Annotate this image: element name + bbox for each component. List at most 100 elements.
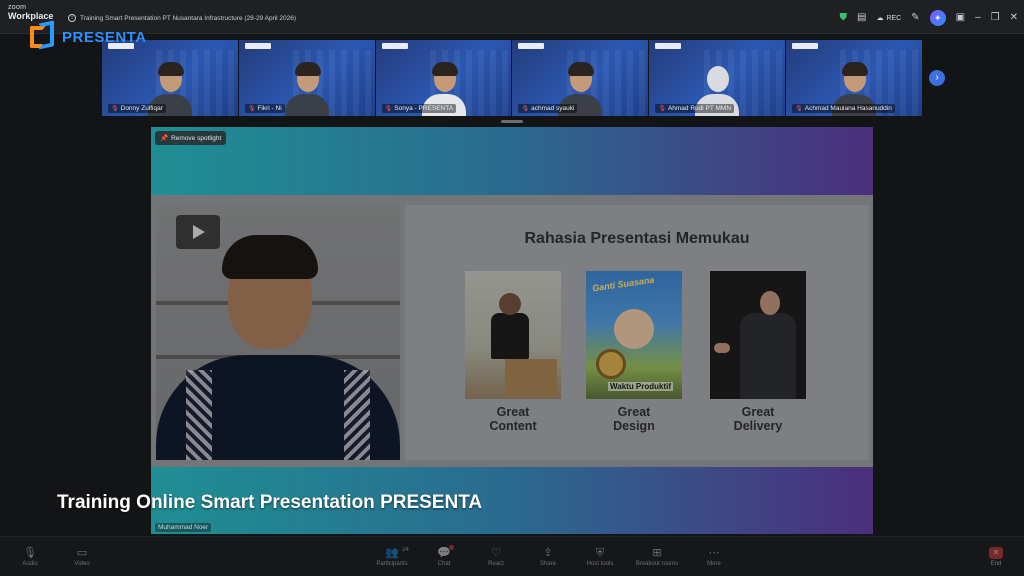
tile-background-badge xyxy=(792,43,819,49)
mic-muted-icon: 🎙 xyxy=(384,106,393,112)
slide-card-content: Great Content xyxy=(465,271,561,434)
breakout-grid-icon: ⊞ xyxy=(652,547,662,559)
presenter-camera xyxy=(156,205,400,460)
slide-card-delivery: Great Delivery xyxy=(710,271,806,434)
react-button[interactable]: ♡ React xyxy=(470,540,522,574)
chevron-right-icon: › xyxy=(935,72,939,83)
participant-tile[interactable]: 🎙 Ahmad Rudi PT MMN xyxy=(649,40,786,116)
restore-icon[interactable]: ❐ xyxy=(991,11,1000,25)
shield-icon: ⛨ xyxy=(595,547,605,559)
presenta-logo-mark xyxy=(30,20,56,52)
video-label: Video xyxy=(74,561,90,567)
chat-label: Chat xyxy=(437,561,451,567)
breakout-rooms-button[interactable]: ⊞ Breakout rooms xyxy=(626,540,688,574)
spotlight-speaker-name: Muhammad Noer xyxy=(155,523,212,532)
participant-tile[interactable]: 🎙 Sonya - PRESENTA xyxy=(375,40,512,116)
video-button[interactable]: ▭ Video xyxy=(56,540,108,574)
participant-name: Achmad Maulana Hasanuddin xyxy=(804,105,892,112)
participant-name-label: 🎙 achmad syauki xyxy=(518,104,578,113)
info-icon[interactable]: i xyxy=(68,14,76,22)
participant-name: Fikri - Ni xyxy=(257,105,282,112)
participant-tile[interactable]: 🎙 Fikri - Ni xyxy=(238,40,375,116)
participant-name: Donny Zulfiqar xyxy=(120,105,163,112)
youtube-play-button-plaque xyxy=(176,215,220,249)
spotlight-video: 📌 Remove spotlight Rahasia Presentasi Me… xyxy=(151,127,873,534)
gallery-resize-handle[interactable] xyxy=(501,120,523,123)
mic-muted-icon: 🎙 xyxy=(795,106,803,112)
notes-icon[interactable]: ▤ xyxy=(857,11,866,25)
app-name: Workplace xyxy=(8,11,54,21)
view-layout-icon[interactable]: ▣ xyxy=(956,11,965,25)
app-name-small: zoom xyxy=(8,4,27,11)
minimize-icon[interactable]: – xyxy=(975,11,981,25)
video-caption-title: Training Online Smart Presentation PRESE… xyxy=(57,492,483,513)
meeting-title: Training Smart Presentation PT Nusantara… xyxy=(80,14,297,22)
cloud-record-indicator[interactable]: ☁ REC xyxy=(876,14,902,23)
host-tools-button[interactable]: ⛨ Host tools xyxy=(574,540,626,574)
chat-unread-dot xyxy=(448,545,454,550)
close-icon[interactable]: ✕ xyxy=(1010,11,1018,25)
chat-bubble-icon: 💬 xyxy=(437,545,454,559)
share-button[interactable]: ⇪ Share xyxy=(522,540,574,574)
participant-tile[interactable]: 🎙 Achmad Maulana Hasanuddin xyxy=(786,40,922,116)
end-label: End xyxy=(990,561,1002,567)
end-call-icon: ✕ xyxy=(989,547,1003,559)
remove-spotlight-button[interactable]: 📌 Remove spotlight xyxy=(155,131,227,145)
participant-name-label: 🎙 Sonya - PRESENTA xyxy=(381,104,457,113)
ai-companion-icon[interactable]: ✦ xyxy=(929,10,946,26)
remove-spotlight-label: Remove spotlight xyxy=(171,134,222,142)
clock-icon xyxy=(596,349,626,379)
av-controls: 🎙 Audio ▭ Video xyxy=(4,540,108,574)
participants-icon: 👥 24 xyxy=(385,547,409,559)
tile-background-badge xyxy=(655,43,682,49)
title-bar: zoom Workplace i Training Smart Presenta… xyxy=(0,0,1024,34)
presenta-logo-text: PRESENTA xyxy=(62,28,147,46)
card-label: Great Delivery xyxy=(733,405,783,434)
participant-name-label: 🎙 Donny Zulfiqar xyxy=(108,104,166,113)
presenta-logo: PRESENTA xyxy=(30,20,147,52)
annotate-pen-icon[interactable]: ✎ xyxy=(911,11,919,25)
rec-label: REC xyxy=(886,14,902,22)
center-controls: 👥 24 Participants 💬 Chat ♡ React ⇪ Share … xyxy=(366,540,740,574)
participant-video xyxy=(284,54,329,116)
host-tools-label: Host tools xyxy=(586,561,614,567)
mic-muted-icon: 🎙 xyxy=(247,106,256,112)
participant-name-label: 🎙 Achmad Maulana Hasanuddin xyxy=(792,104,895,113)
share-label: Share xyxy=(539,561,556,567)
participants-label: Participants xyxy=(376,561,408,567)
card-label: Great Content xyxy=(489,405,537,434)
mic-muted-icon: 🎙 xyxy=(521,106,530,112)
audio-button[interactable]: 🎙 Audio xyxy=(4,540,56,574)
window-controls: ⛊ ▤ ☁ REC ✎ ✦ ▣ – ❐ ✕ xyxy=(840,10,1018,26)
microphone-muted-icon: 🎙 xyxy=(23,547,37,559)
tile-background-badge xyxy=(381,43,408,49)
more-label: More xyxy=(707,561,721,567)
participant-name-label: 🎙 Fikri - Ni xyxy=(244,104,285,113)
audio-label: Audio xyxy=(22,561,38,567)
mic-muted-icon: 🎙 xyxy=(111,106,119,112)
participant-name: Sonya - PRESENTA xyxy=(394,105,454,112)
cloud-icon: ☁ xyxy=(876,15,884,22)
react-label: React xyxy=(488,561,504,567)
zoom-workplace-logo: zoom Workplace xyxy=(8,4,53,21)
participants-count: 24 xyxy=(402,547,409,553)
more-button[interactable]: ⋯ More xyxy=(688,540,740,574)
tile-background-badge xyxy=(518,43,545,49)
participant-name: Ahmad Rudi PT MMN xyxy=(667,105,732,112)
end-meeting-button[interactable]: ✕ End xyxy=(976,540,1016,574)
participant-tile[interactable]: 🎙 achmad syauki xyxy=(512,40,649,116)
participant-gallery: 🎙 Donny Zulfiqar 🎙 Fikri - Ni 🎙 Sonya - PRE… xyxy=(102,40,922,116)
more-dots-icon: ⋯ xyxy=(708,547,720,559)
great-content-image xyxy=(465,271,561,399)
pin-icon: 📌 xyxy=(160,135,169,142)
participant-name: achmad syauki xyxy=(531,105,575,112)
security-shield-icon[interactable]: ⛊ xyxy=(840,11,848,25)
slide-title: Rahasia Presentasi Memukau xyxy=(524,230,750,247)
meeting-info[interactable]: i Training Smart Presentation PT Nusanta… xyxy=(68,14,296,22)
participants-button[interactable]: 👥 24 Participants xyxy=(366,540,418,574)
presentation-slide: Rahasia Presentasi Memukau Great Content… xyxy=(405,205,869,460)
chat-button[interactable]: 💬 Chat xyxy=(418,540,470,574)
heart-icon: ♡ xyxy=(491,547,501,559)
gallery-next-page-button[interactable]: › xyxy=(929,70,945,86)
shared-content-frame: Rahasia Presentasi Memukau Great Content… xyxy=(151,195,873,467)
